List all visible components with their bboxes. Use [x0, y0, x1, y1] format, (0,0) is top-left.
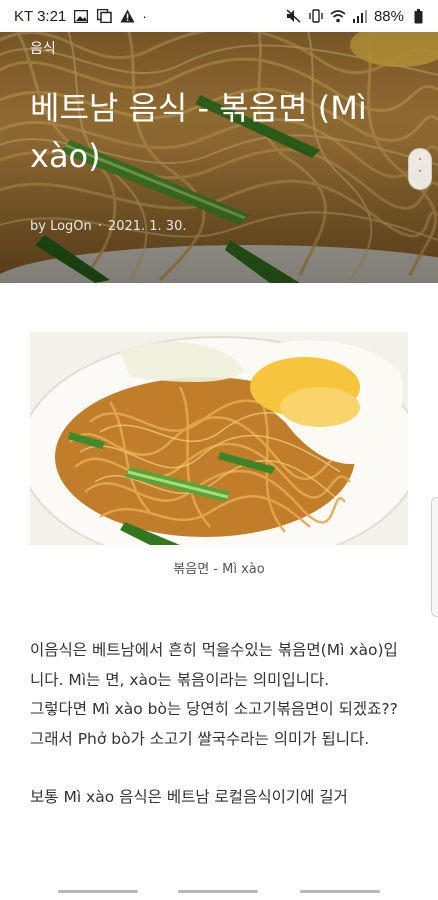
carrier-time: KT 3:21	[14, 7, 67, 25]
vibrate-icon	[308, 8, 324, 24]
author-link[interactable]: by LogOn	[30, 219, 92, 234]
chevron-up-icon: ˄	[417, 158, 423, 168]
meta-separator: ·	[97, 219, 102, 234]
paragraph: 보통 Mì xào 음식은 베트남 로컬음식이기에 길거	[30, 788, 348, 806]
signal-icon	[352, 8, 368, 24]
paragraph: 그렇다면 Mì xào bò는 당연히 소고기볶음면이 되겠죠?? 그래서 Ph…	[30, 700, 398, 748]
noodle-photo	[30, 332, 408, 545]
fast-scroll-handle[interactable]: ˄ ˅	[408, 148, 432, 190]
image-icon	[73, 8, 89, 24]
warning-icon	[119, 8, 135, 24]
status-bar: KT 3:21 · 88%	[0, 0, 438, 32]
dot-icon: ·	[142, 8, 147, 24]
image-caption: 볶음면 - Mì xào	[173, 562, 265, 577]
nav-bar-hint	[178, 890, 258, 893]
page-title: 베트남 음식 - 볶음면 (Mì xào)	[30, 89, 367, 175]
wifi-icon	[330, 8, 346, 24]
battery-percent: 88%	[373, 7, 404, 25]
post-date: 2021. 1. 30.	[107, 219, 187, 234]
hero-banner: KT 3:21 · 88% 음식 베트남 음식 - 볶음면 (Mì xào) b…	[0, 0, 438, 283]
category-label[interactable]: 음식	[30, 38, 56, 58]
article-body: 이음식은 베트남에서 흔히 먹을수있는 볶음면(Mì xào)입니다. Mì는 …	[30, 636, 412, 813]
mute-icon	[286, 8, 302, 24]
edge-panel-handle[interactable]	[431, 497, 438, 617]
chevron-down-icon: ˅	[417, 170, 423, 180]
nav-bar-hint	[58, 890, 138, 893]
battery-icon	[410, 8, 426, 24]
post-meta: by LogOn · 2021. 1. 30.	[30, 219, 186, 234]
article-image[interactable]	[30, 332, 408, 545]
gallery-icon	[96, 8, 112, 24]
nav-bar-hint	[300, 890, 380, 893]
paragraph: 이음식은 베트남에서 흔히 먹을수있는 볶음면(Mì xào)입니다. Mì는 …	[30, 641, 398, 689]
